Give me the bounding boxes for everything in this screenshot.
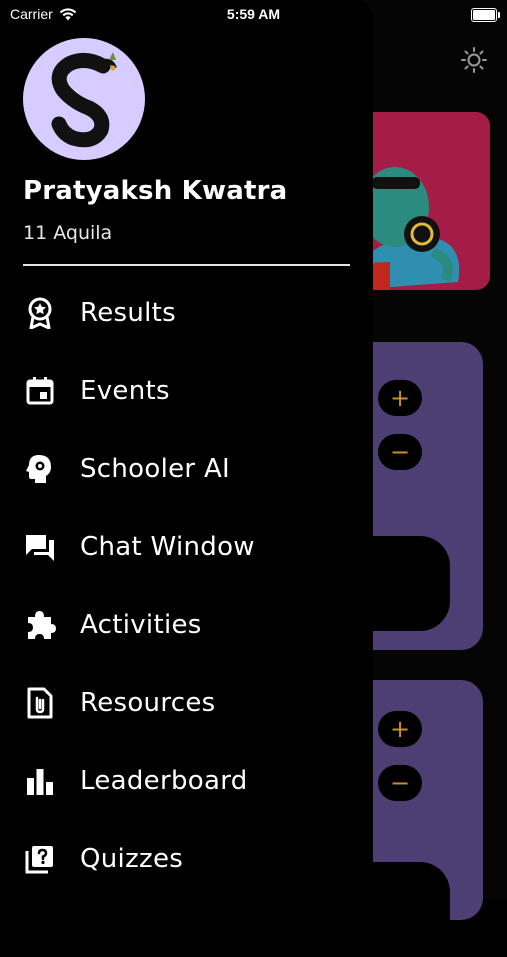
decrement-button[interactable]: − xyxy=(378,434,422,470)
decrement-button[interactable]: − xyxy=(378,765,422,801)
puzzle-icon xyxy=(22,607,58,643)
clock: 5:59 AM xyxy=(226,6,281,22)
calendar-icon xyxy=(22,373,58,409)
award-ribbon-icon xyxy=(22,295,58,331)
menu-label: Schooler AI xyxy=(80,454,231,484)
menu-item-chat-window[interactable]: Chat Window xyxy=(0,512,373,582)
menu-label: Quizzes xyxy=(80,844,184,874)
file-attachment-icon xyxy=(22,685,58,721)
menu-item-quizzes[interactable]: Quizzes xyxy=(0,824,373,894)
menu-label: Results xyxy=(80,298,176,328)
brain-head-icon xyxy=(22,451,58,487)
divider xyxy=(23,264,350,266)
battery-icon xyxy=(471,8,500,22)
menu-label: Activities xyxy=(80,610,202,640)
school-logo-icon xyxy=(51,52,117,148)
menu-item-activities[interactable]: Activities xyxy=(0,590,373,660)
menu-label: Events xyxy=(80,376,170,406)
menu-item-leaderboard[interactable]: Leaderboard xyxy=(0,746,373,816)
menu-label: Resources xyxy=(80,688,216,718)
menu-item-events[interactable]: Events xyxy=(0,356,373,426)
bar-chart-icon xyxy=(22,763,58,799)
increment-button[interactable]: + xyxy=(378,711,422,747)
increment-button[interactable]: + xyxy=(378,380,422,416)
avatar[interactable] xyxy=(23,38,145,160)
chat-bubbles-icon xyxy=(22,529,58,565)
navigation-drawer: Pratyaksh Kwatra 11 Aquila Results Event… xyxy=(0,0,373,900)
user-name: Pratyaksh Kwatra xyxy=(23,176,288,206)
menu-label: Chat Window xyxy=(80,532,255,562)
menu-item-resources[interactable]: Resources xyxy=(0,668,373,738)
sun-icon[interactable] xyxy=(460,46,488,74)
quiz-icon xyxy=(22,841,58,877)
menu-item-schooler-ai[interactable]: Schooler AI xyxy=(0,434,373,504)
user-class: 11 Aquila xyxy=(23,222,113,244)
status-bar: Carrier 5:59 AM xyxy=(0,0,507,30)
menu-item-results[interactable]: Results xyxy=(0,278,373,348)
menu-label: Leaderboard xyxy=(80,766,248,796)
